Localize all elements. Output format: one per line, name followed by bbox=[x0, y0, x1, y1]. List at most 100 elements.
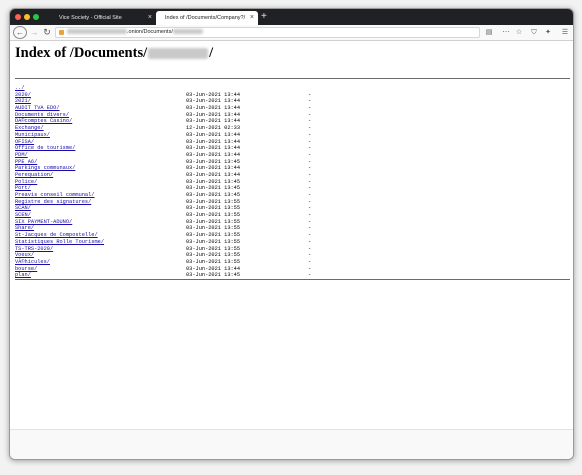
directory-link[interactable]: SCAN/ bbox=[15, 205, 31, 212]
browser-window: Vice Society - Official Site × Index of … bbox=[9, 8, 574, 460]
file-size: - bbox=[308, 265, 312, 272]
modified-date: 03-Jun-2021 13:55 bbox=[186, 232, 241, 239]
file-size: - bbox=[308, 232, 312, 239]
file-size: - bbox=[308, 138, 312, 145]
directory-link[interactable]: VÃ©hicules/ bbox=[15, 259, 50, 266]
back-button[interactable]: ← bbox=[13, 26, 27, 39]
directory-link[interactable]: Voeux/ bbox=[15, 252, 34, 259]
modified-date: 03-Jun-2021 13:45 bbox=[186, 272, 241, 279]
file-size: - bbox=[308, 212, 312, 219]
modified-date: 03-Jun-2021 13:44 bbox=[186, 118, 241, 125]
reload-button[interactable]: ↻ bbox=[42, 26, 52, 39]
directory-link[interactable]: bourse/ bbox=[15, 266, 37, 273]
page-title: Index of /Documents/ / bbox=[15, 45, 213, 62]
directory-link[interactable]: 2021/ bbox=[15, 98, 31, 105]
file-size: - bbox=[308, 98, 312, 105]
modified-date: 03-Jun-2021 13:55 bbox=[186, 252, 241, 259]
reader-view-icon[interactable]: ▤ bbox=[484, 26, 494, 39]
file-size: - bbox=[308, 165, 312, 172]
menu-icon[interactable]: ☰ bbox=[560, 26, 570, 39]
tab-vice-society[interactable]: Vice Society - Official Site × bbox=[50, 11, 156, 25]
top-divider bbox=[15, 78, 570, 79]
modified-date: 03-Jun-2021 13:44 bbox=[186, 105, 241, 112]
file-size: - bbox=[308, 258, 312, 265]
directory-link[interactable]: Office de tourisme/ bbox=[15, 145, 75, 152]
modified-date: 03-Jun-2021 13:55 bbox=[186, 238, 241, 245]
directory-link[interactable]: Police/ bbox=[15, 179, 37, 186]
directory-link[interactable]: 2020/ bbox=[15, 92, 31, 99]
tab-index-of-documents[interactable]: Index of /Documents/Company?/ × bbox=[156, 11, 258, 25]
modified-date: 03-Jun-2021 13:55 bbox=[186, 212, 241, 219]
address-bar[interactable]: .onion/Documents/ bbox=[55, 27, 480, 38]
modified-date: 03-Jun-2021 13:55 bbox=[186, 258, 241, 265]
url-text: .onion/Documents/ bbox=[127, 29, 173, 35]
directory-link[interactable]: St-Jacques de Compostelle/ bbox=[15, 232, 98, 239]
tab-close-icon[interactable]: × bbox=[250, 11, 254, 25]
window-bottom-area bbox=[10, 429, 573, 459]
directory-link[interactable]: DÃ©comptes Casino/ bbox=[15, 118, 72, 125]
modified-date: 03-Jun-2021 13:44 bbox=[186, 131, 241, 138]
forward-button[interactable]: → bbox=[29, 26, 39, 39]
directory-link[interactable]: plan/ bbox=[15, 272, 31, 279]
modified-date: 03-Jun-2021 13:44 bbox=[186, 151, 241, 158]
maximize-window-button[interactable] bbox=[33, 14, 39, 20]
modified-date: 03-Jun-2021 13:44 bbox=[186, 98, 241, 105]
directory-link[interactable]: Registre des signatures/ bbox=[15, 199, 91, 206]
directory-link[interactable]: Preavis conseil communal/ bbox=[15, 192, 94, 199]
directory-link[interactable]: PDM/ bbox=[15, 152, 28, 159]
file-size: - bbox=[308, 151, 312, 158]
title-bar: Vice Society - Official Site × Index of … bbox=[10, 9, 573, 25]
minimize-window-button[interactable] bbox=[24, 14, 30, 20]
file-size: - bbox=[308, 245, 312, 252]
directory-link[interactable]: AUDIT TVA EDO/ bbox=[15, 105, 60, 112]
modified-date: 03-Jun-2021 13:55 bbox=[186, 198, 241, 205]
page-content: Index of /Documents/ / ../ 2020/03-Jun-20… bbox=[10, 41, 573, 429]
directory-link[interactable]: SIX PAYMENT-ADUNO/ bbox=[15, 219, 72, 226]
directory-link[interactable]: Municipaux/ bbox=[15, 132, 50, 139]
file-size: - bbox=[308, 205, 312, 212]
tab-close-icon[interactable]: × bbox=[148, 11, 152, 25]
modified-date: 03-Jun-2021 13:44 bbox=[186, 145, 241, 152]
file-size: - bbox=[308, 238, 312, 245]
modified-date: 03-Jun-2021 13:55 bbox=[186, 245, 241, 252]
file-size: - bbox=[308, 272, 312, 279]
modified-date: 03-Jun-2021 13:44 bbox=[186, 265, 241, 272]
extensions-icon[interactable]: ✦ bbox=[543, 26, 553, 39]
close-window-button[interactable] bbox=[15, 14, 21, 20]
modified-date: 03-Jun-2021 13:45 bbox=[186, 158, 241, 165]
page-title-suffix: / bbox=[209, 45, 214, 61]
modified-date: 03-Jun-2021 13:44 bbox=[186, 171, 241, 178]
file-size: - bbox=[308, 252, 312, 259]
file-size: - bbox=[308, 91, 312, 98]
redacted-company-name bbox=[148, 48, 209, 60]
bookmark-star-icon[interactable]: ☆ bbox=[514, 26, 524, 39]
directory-link[interactable]: TS-TRS-2020/ bbox=[15, 246, 53, 253]
directory-link[interactable]: Port/ bbox=[15, 185, 31, 192]
modified-date: 03-Jun-2021 13:45 bbox=[186, 192, 241, 198]
redacted-onion-host bbox=[67, 29, 127, 35]
modified-date: 03-Jun-2021 13:44 bbox=[186, 91, 241, 98]
directory-link[interactable]: Perequation/ bbox=[15, 172, 53, 179]
modified-date: 03-Jun-2021 13:55 bbox=[186, 218, 241, 225]
file-size: - bbox=[308, 171, 312, 178]
file-size: - bbox=[308, 105, 312, 112]
new-tab-button[interactable]: + bbox=[261, 10, 267, 24]
directory-link[interactable]: PPE A6/ bbox=[15, 159, 37, 166]
modified-date: 03-Jun-2021 13:55 bbox=[186, 225, 241, 232]
file-size: - bbox=[308, 178, 312, 185]
directory-link[interactable]: Share/ bbox=[15, 225, 34, 232]
tab-title: Index of /Documents/Company?/ bbox=[165, 15, 246, 21]
directory-link[interactable]: Parkings communaux/ bbox=[15, 165, 75, 172]
directory-link[interactable]: Exchange/ bbox=[15, 125, 44, 132]
shield-icon[interactable]: ⛉ bbox=[529, 26, 539, 39]
directory-link[interactable]: OFISA/ bbox=[15, 139, 34, 146]
modified-date: 03-Jun-2021 13:45 bbox=[186, 185, 241, 192]
directory-link[interactable]: SCEN/ bbox=[15, 212, 31, 219]
file-size: - bbox=[308, 131, 312, 138]
file-size: - bbox=[308, 145, 312, 152]
parent-directory-link[interactable]: ../ bbox=[15, 85, 25, 92]
modified-date: 03-Jun-2021 13:55 bbox=[186, 205, 241, 212]
directory-link[interactable]: Statistiques Rolle Tourisme/ bbox=[15, 239, 104, 246]
file-size: - bbox=[308, 192, 312, 198]
more-actions-icon[interactable]: ⋯ bbox=[501, 26, 511, 39]
